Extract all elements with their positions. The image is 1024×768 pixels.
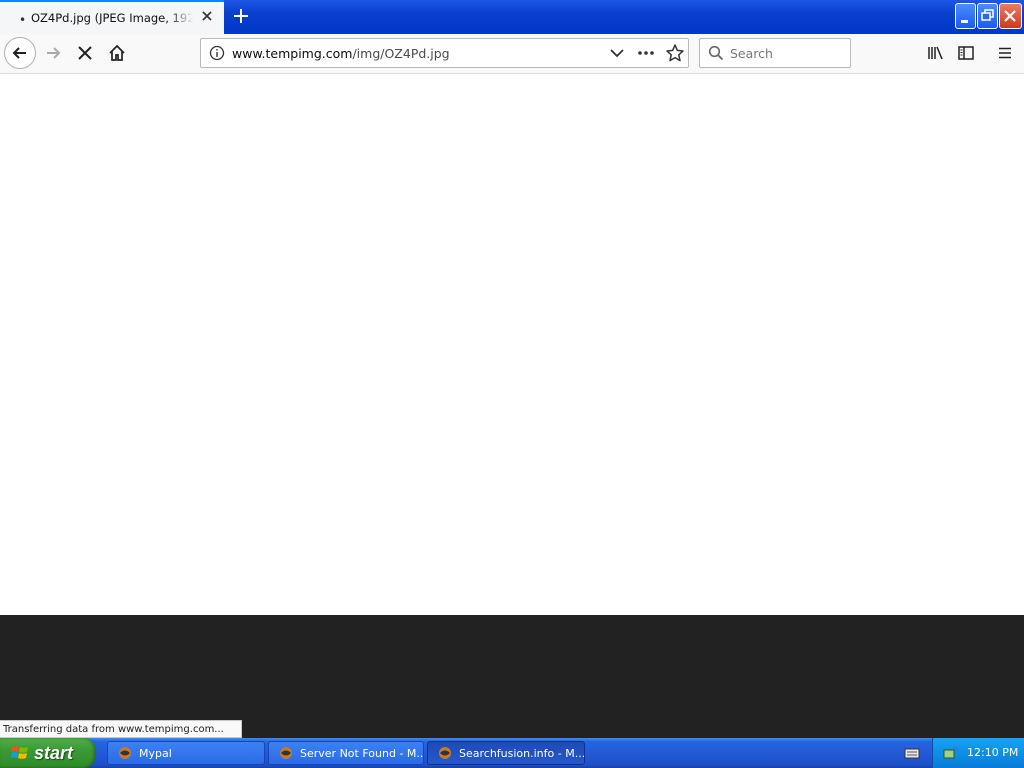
restore-button[interactable]	[977, 3, 998, 29]
navigation-toolbar: www.tempimg.com/img/OZ4Pd.jpg	[0, 34, 1024, 74]
minimize-button[interactable]	[955, 3, 976, 29]
back-button[interactable]	[4, 37, 36, 69]
home-button[interactable]	[106, 42, 128, 64]
taskbar: start Mypal Server Not Found - M... Sear…	[0, 738, 1024, 768]
menu-button[interactable]	[994, 42, 1016, 64]
mypal-app-icon	[439, 747, 451, 759]
chevron-down-icon[interactable]	[608, 44, 626, 62]
more-actions-icon[interactable]	[637, 44, 655, 62]
tab-close-icon[interactable]	[199, 8, 215, 24]
arrow-right-icon	[47, 47, 61, 59]
taskbar-item-label: Searchfusion.info - M...	[459, 746, 585, 760]
network-icon[interactable]	[943, 745, 959, 761]
arrow-left-icon	[12, 47, 26, 59]
new-tab-icon[interactable]	[230, 5, 252, 27]
search-input[interactable]	[730, 44, 842, 62]
close-window-button[interactable]	[999, 3, 1022, 29]
info-icon[interactable]	[209, 45, 225, 61]
tab-loading-indicator: •	[19, 13, 27, 27]
mypal-app-icon	[119, 747, 131, 759]
windows-logo-icon	[11, 746, 28, 759]
taskbar-item-server-not-found[interactable]: Server Not Found - M...	[268, 741, 424, 765]
library-icon	[928, 46, 943, 60]
tab-title: OZ4Pd.jpg (JPEG Image, 1920 × 1080 pixel…	[31, 11, 193, 25]
forward-button[interactable]	[42, 42, 64, 64]
library-button[interactable]	[924, 42, 946, 64]
start-label: start	[34, 742, 74, 763]
start-button[interactable]: start	[0, 738, 96, 768]
stop-button[interactable]	[74, 42, 96, 64]
sidebar-icon	[958, 46, 974, 60]
system-tray: 12:10 PM	[932, 738, 1024, 768]
title-bar: • OZ4Pd.jpg (JPEG Image, 1920 × 1080 pix…	[0, 0, 1024, 34]
stop-icon	[78, 46, 92, 60]
taskbar-item-label: Server Not Found - M...	[300, 746, 424, 760]
url-path: /img/OZ4Pd.jpg	[352, 46, 450, 61]
url-text[interactable]: www.tempimg.com/img/OZ4Pd.jpg	[232, 46, 450, 61]
keyboard-icon[interactable]	[904, 746, 920, 760]
hamburger-menu-icon	[999, 47, 1011, 59]
status-panel: Transferring data from www.tempimg.com..…	[0, 720, 242, 738]
url-host: www.tempimg.com	[232, 46, 353, 61]
taskbar-item-label: Mypal	[139, 746, 172, 760]
taskbar-item-searchfusion[interactable]: Searchfusion.info - M...	[427, 741, 585, 765]
clock: 12:10 PM	[967, 746, 1019, 759]
home-icon	[109, 44, 125, 61]
star-icon[interactable]	[665, 43, 685, 63]
url-bar[interactable]: www.tempimg.com/img/OZ4Pd.jpg	[200, 38, 689, 68]
tab-active[interactable]: • OZ4Pd.jpg (JPEG Image, 1920 × 1080 pix…	[0, 0, 224, 34]
sidebar-button[interactable]	[955, 42, 977, 64]
mypal-app-icon	[280, 747, 292, 759]
search-box[interactable]	[699, 38, 851, 68]
page-content	[0, 74, 1024, 615]
search-icon	[708, 45, 724, 61]
taskbar-item-mypal[interactable]: Mypal	[107, 741, 265, 765]
